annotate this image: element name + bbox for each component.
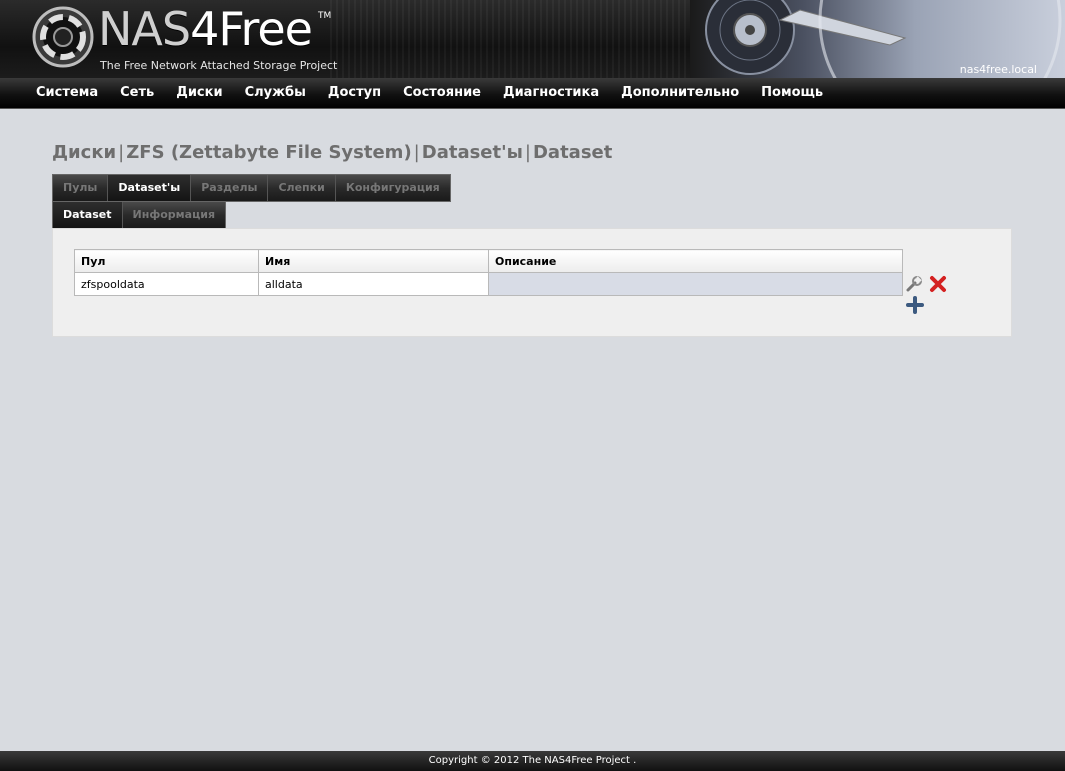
tab-information[interactable]: Информация	[122, 202, 226, 228]
nav-item-system[interactable]: Система	[25, 78, 109, 108]
footer: Copyright © 2012 The NAS4Free Project .	[0, 751, 1065, 771]
column-header-description: Описание	[488, 249, 903, 273]
logo-trademark: TM	[318, 11, 332, 21]
page-title: Диски | ZFS (Zettabyte File System) | Datase…	[52, 142, 612, 163]
tab-dataset[interactable]: Dataset	[53, 202, 123, 228]
nav-item-advanced[interactable]: Дополнительно	[610, 78, 750, 108]
nav-item-disks[interactable]: Диски	[165, 78, 233, 108]
nav-item-network[interactable]: Сеть	[109, 78, 165, 108]
logo-text: NAS4Free	[98, 2, 313, 56]
table-header-row: Пул Имя Описание	[74, 249, 903, 273]
header-texture	[330, 0, 710, 78]
cell-pool: zfspooldata	[74, 272, 259, 296]
logo-icon	[32, 6, 94, 68]
breadcrumb-separator: |	[118, 142, 125, 163]
main-nav: Система Сеть Диски Службы Доступ Состоян…	[0, 78, 1065, 109]
table-row[interactable]: zfspooldata alldata	[74, 272, 903, 296]
nav-item-help[interactable]: Помощь	[750, 78, 834, 108]
logo-four: 4Free	[190, 2, 313, 56]
breadcrumb-separator: |	[413, 142, 420, 163]
logo-main: NAS	[98, 2, 191, 56]
tab-datasets[interactable]: Dataset'ы	[108, 175, 192, 201]
column-header-pool: Пул	[74, 249, 259, 273]
breadcrumb-datasets[interactable]: Dataset'ы	[422, 142, 523, 163]
tab-pools[interactable]: Пулы	[53, 175, 109, 201]
plus-icon[interactable]	[906, 296, 924, 318]
secondary-tabs: Dataset Информация	[52, 201, 227, 229]
tab-snapshots[interactable]: Слепки	[268, 175, 336, 201]
nav-item-services[interactable]: Службы	[234, 78, 317, 108]
tagline: The Free Network Attached Storage Projec…	[100, 59, 338, 72]
tab-partitions[interactable]: Разделы	[191, 175, 269, 201]
breadcrumb-dataset[interactable]: Dataset	[533, 142, 612, 163]
header: NAS4Free TM The Free Network Attached St…	[0, 0, 1065, 78]
breadcrumb-zfs[interactable]: ZFS (Zettabyte File System)	[126, 142, 411, 163]
row-actions	[905, 274, 948, 298]
dataset-table: Пул Имя Описание zfspooldata alldata	[74, 249, 903, 296]
column-header-name: Имя	[258, 249, 489, 273]
delete-x-icon[interactable]	[928, 274, 948, 298]
cell-description	[488, 272, 903, 296]
nav-item-access[interactable]: Доступ	[317, 78, 392, 108]
nav-item-status[interactable]: Состояние	[392, 78, 492, 108]
breadcrumb-separator: |	[524, 142, 531, 163]
tab-configuration[interactable]: Конфигурация	[335, 175, 450, 201]
wrench-icon[interactable]	[905, 275, 923, 297]
primary-tabs: Пулы Dataset'ы Разделы Слепки Конфигурац…	[52, 174, 451, 202]
content-panel: Пул Имя Описание zfspooldata alldata	[52, 228, 1012, 337]
cell-name: alldata	[258, 272, 489, 296]
hostname: nas4free.local	[959, 63, 1037, 76]
nav-item-diagnostics[interactable]: Диагностика	[492, 78, 610, 108]
breadcrumb-disks[interactable]: Диски	[52, 142, 116, 163]
